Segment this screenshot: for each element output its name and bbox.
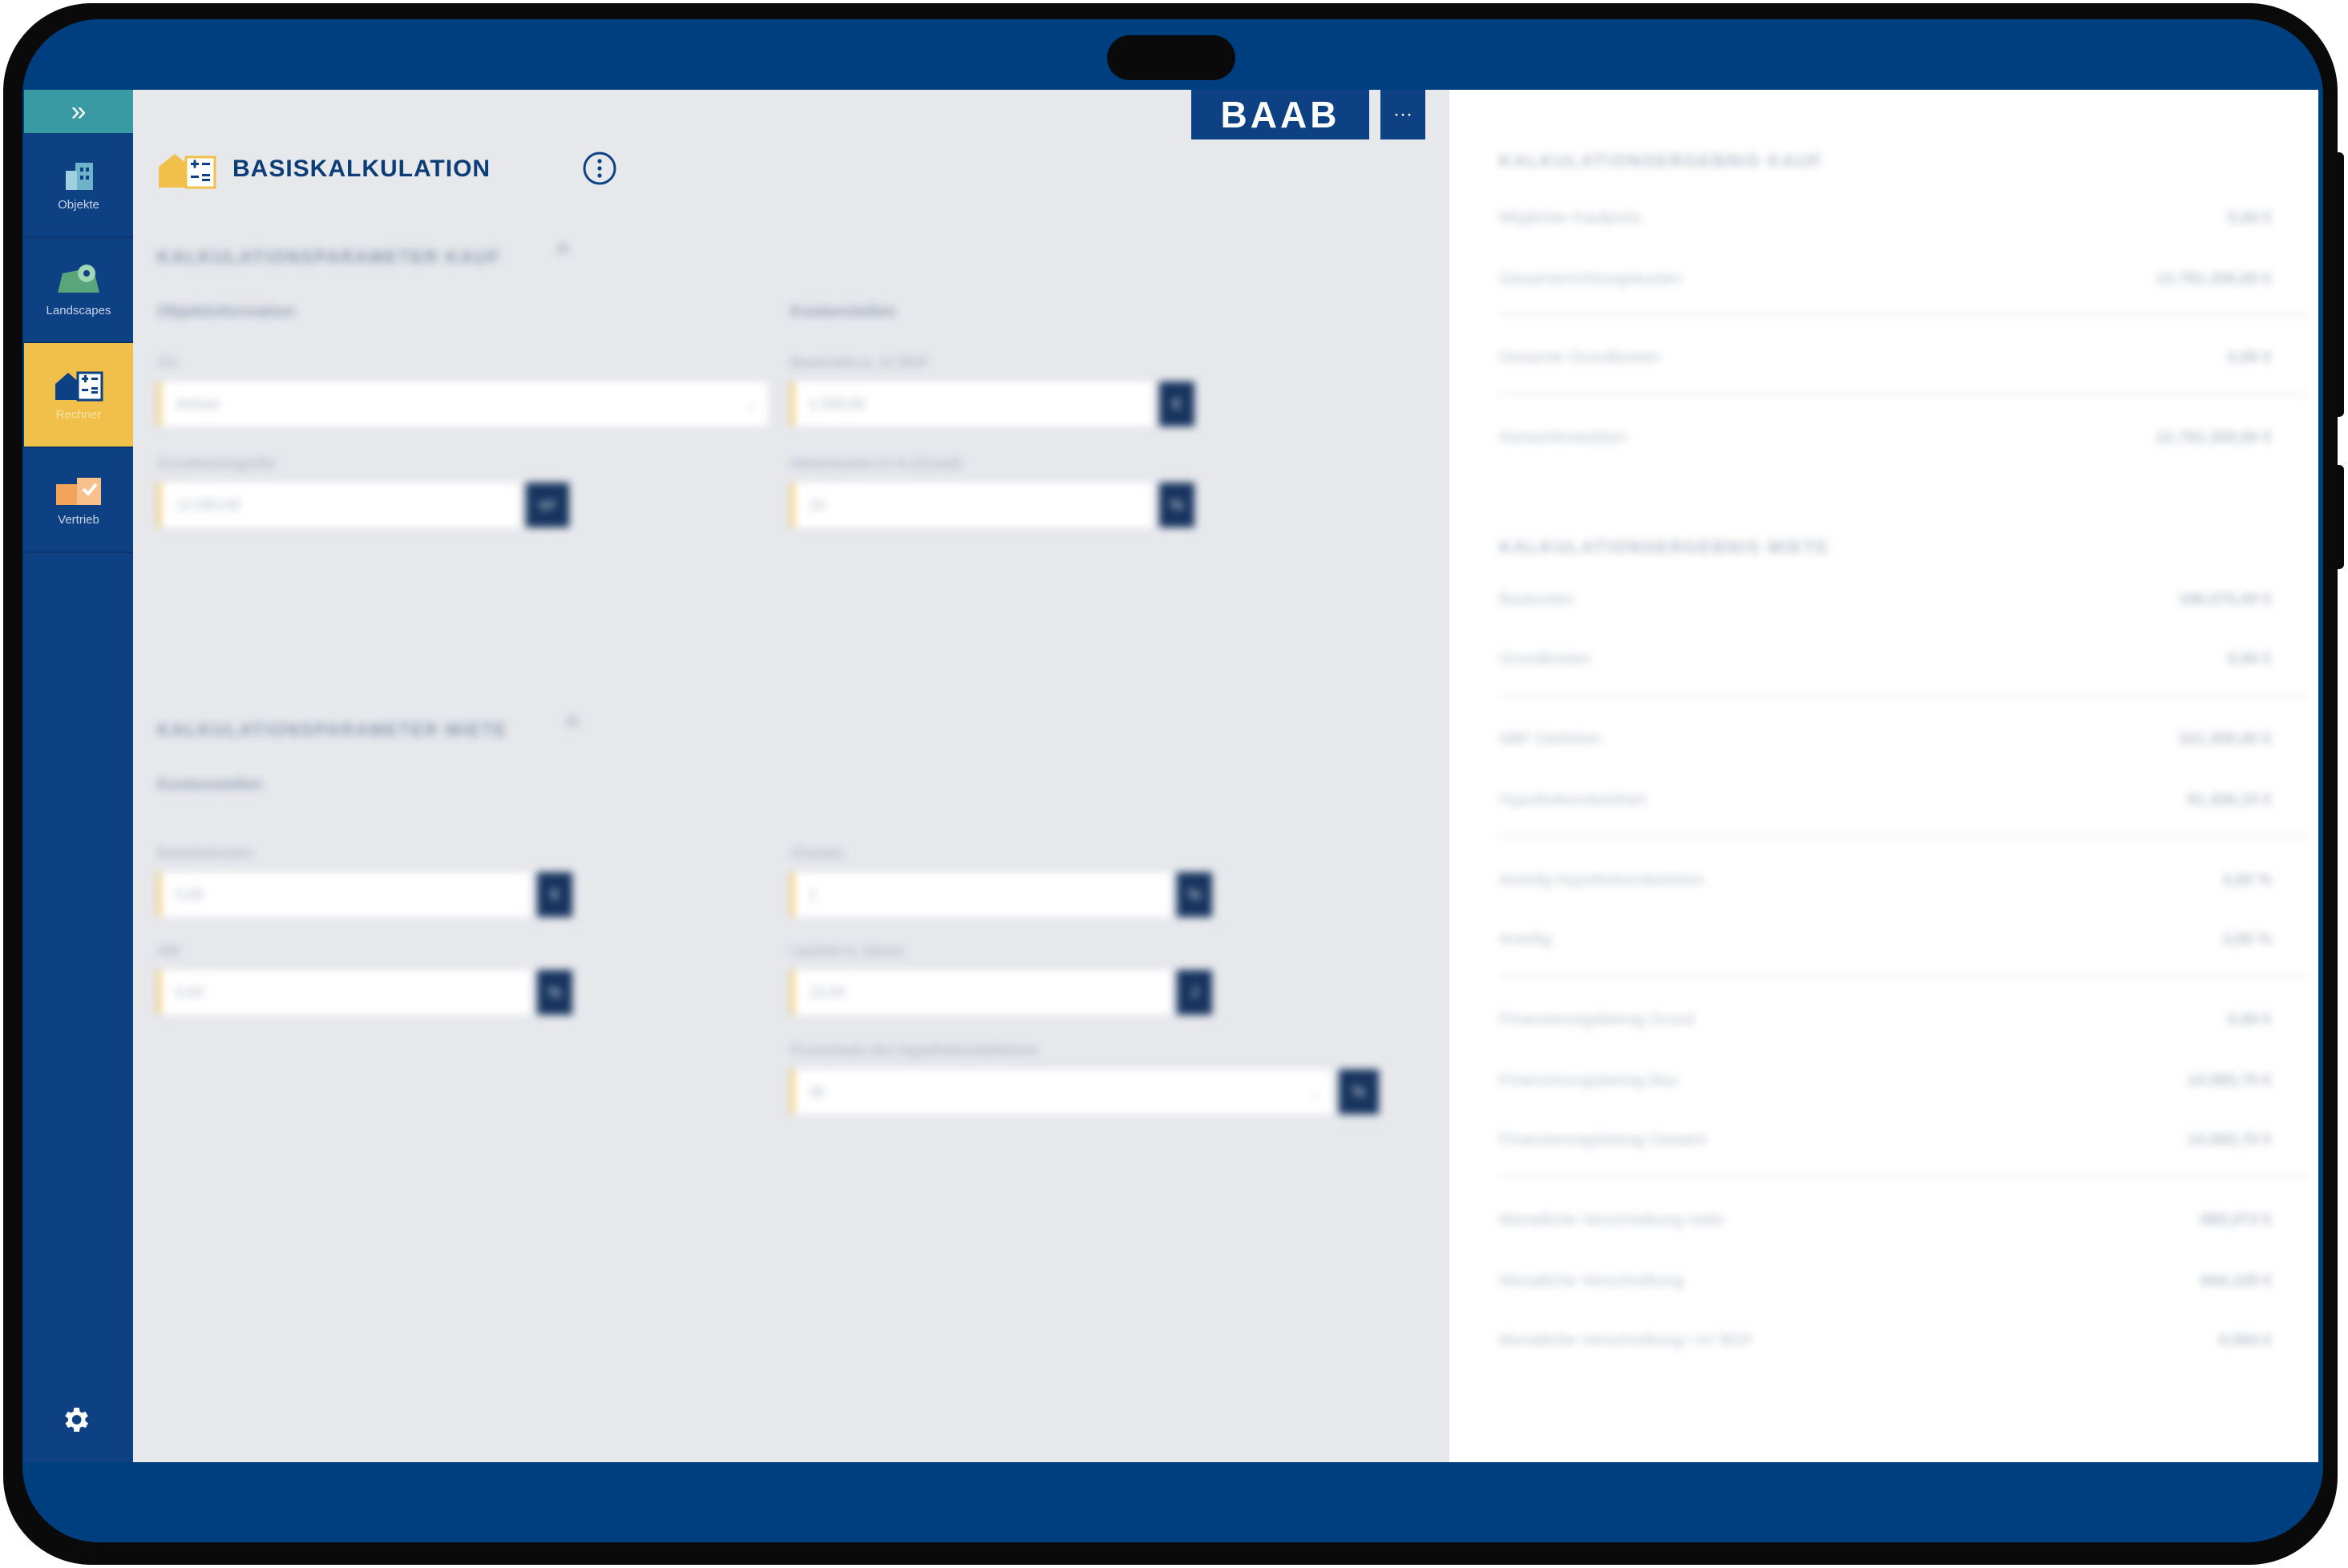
field-value: 16 (809, 496, 826, 513)
ellipsis-icon: ··· (1393, 103, 1412, 125)
section-heading-miete: KALKULATIONSPARAMETER MIETE (157, 720, 507, 740)
field-label: Zinssatz (790, 845, 845, 861)
baukosten-input[interactable]: 1.000,00 (790, 382, 1153, 426)
field-label: Prozentsatz des Hypothekendarlehens (790, 1042, 1039, 1058)
chevron-up-icon[interactable]: ^ (566, 712, 579, 743)
result-row: Grundkosten 0,00 € (1499, 649, 2272, 668)
field-value: 12.000,00 (176, 496, 240, 513)
unit-button[interactable]: m² (526, 483, 569, 527)
tablet-side-button (2331, 465, 2344, 569)
ort-select[interactable]: Anhaw ⌄ (157, 382, 768, 426)
result-row: Finanzierungsbetrag Gesamt 14.065,75 € (1499, 1130, 2272, 1149)
results-panel: KALKULATIONSERGEBNIS KAUF Möglicher Kauf… (1449, 90, 2318, 1462)
result-row: Monatliche Verschreibung / m² BGF 0,004 € (1499, 1331, 2272, 1349)
double-chevron-right-icon: » (71, 95, 87, 127)
unit-button[interactable]: % (1177, 872, 1212, 917)
field-value: 1 (809, 886, 818, 903)
brand-logo: BAAB (1191, 90, 1369, 139)
unit-button[interactable]: % (537, 970, 572, 1015)
map-pin-icon (58, 265, 99, 293)
sidebar-item-label: Vertrieb (58, 513, 99, 527)
divider (1499, 1175, 2309, 1178)
result-row: NBF Darlehen 101.200,00 € (1499, 729, 2272, 748)
field-label: Grundstücksgröße (157, 455, 277, 471)
info-icon (583, 152, 616, 185)
gear-icon (65, 1408, 88, 1432)
result-row: Gesamterrichtungskosten 12.781.200,00 € (1499, 269, 2272, 288)
field-value: 15,00 (809, 984, 846, 1000)
sidebar-item-label: Objekte (58, 198, 99, 212)
result-row: Hypothekendarlehen 91.200,15 € (1499, 790, 2272, 809)
sidebar-item-landscapes[interactable]: Landscapes (24, 238, 133, 343)
tablet-side-button (2331, 152, 2344, 417)
app-screen: » Objekte Landscapes Rechner Vertrieb BA… (24, 90, 2318, 1462)
field-label: Laufzeit in Jahren (790, 943, 905, 959)
tablet-bezel: » Objekte Landscapes Rechner Vertrieb BA… (22, 19, 2323, 1542)
sidebar-item-rechner[interactable]: Rechner (24, 343, 133, 448)
subheading-kostenstellen: Kostenstellen (790, 303, 896, 321)
divider (1499, 393, 2309, 395)
field-value: 30 (809, 1083, 826, 1100)
calculator-house-icon (55, 371, 103, 402)
camera-notch (1107, 35, 1235, 80)
field-value: 1.000,00 (809, 395, 866, 412)
unit-button[interactable]: € (1159, 382, 1194, 426)
result-row: Baukosten 196.075,00 € (1499, 590, 2272, 608)
main-content: BASISKALKULATION BAAB ··· KALKULATIONSPA… (133, 90, 1449, 1462)
afa-input[interactable]: 0,00 (157, 970, 531, 1015)
sidebar: » Objekte Landscapes Rechner Vertrieb (24, 90, 133, 1462)
betriebskosten-input[interactable]: 0,00 (157, 872, 531, 917)
result-row: Gesamtinvestition 12.781.200,00 € (1499, 428, 2272, 447)
unit-button[interactable]: J (1177, 970, 1212, 1015)
result-row: Finanzierungsbetrag Bau 14.065,75 € (1499, 1071, 2272, 1089)
sidebar-item-label: Landscapes (46, 304, 111, 317)
field-label: Baukosten p. m² BGF (790, 354, 930, 370)
sidebar-item-vertrieb[interactable]: Vertrieb (24, 448, 133, 553)
chevron-down-icon: ⌄ (1308, 1083, 1321, 1100)
nebenkosten-input[interactable]: 16 (790, 483, 1153, 527)
section-heading-kauf: KALKULATIONSPARAMETER KAUF (157, 247, 501, 267)
result-row: Monatliche Verschreibung 944,109 € (1499, 1271, 2272, 1290)
chevron-up-icon[interactable]: ^ (556, 239, 569, 270)
hypothekendarlehen-select[interactable]: 30 ⌄ (790, 1069, 1332, 1114)
sidebar-item-label: Rechner (55, 408, 102, 422)
sidebar-item-objekte[interactable]: Objekte (24, 133, 133, 238)
more-options-button[interactable]: ··· (1380, 90, 1425, 139)
sidebar-toggle-button[interactable]: » (24, 90, 133, 133)
info-button[interactable] (582, 151, 617, 190)
zinssatz-input[interactable]: 1 (790, 872, 1170, 917)
result-row: Anteilig Hypothekendarlehen 3,00 % (1499, 871, 2272, 889)
building-icon (66, 163, 93, 190)
laufzeit-input[interactable]: 15,00 (790, 970, 1170, 1015)
result-row: Finanzierungsbetrag Grund 0,00 € (1499, 1010, 2272, 1028)
page-title: BASISKALKULATION (232, 156, 491, 182)
grundstuecksgroesse-input[interactable]: 12.000,00 (157, 483, 519, 527)
results-heading-kauf: KALKULATIONSERGEBNIS KAUF (1499, 151, 1824, 171)
subheading-objektinformation: Objektinformation (157, 303, 296, 321)
divider (1499, 975, 2309, 977)
result-row: Gesamte Grundkosten 0,00 € (1499, 348, 2272, 366)
chevron-down-icon: ⌄ (744, 395, 757, 412)
settings-button[interactable] (59, 1404, 91, 1440)
result-row: Anteilig 3,00 % (1499, 930, 2272, 948)
field-label: AfA (157, 943, 181, 959)
unit-button[interactable]: € (537, 872, 572, 917)
subheading-kostenstellen: Kostenstellen (157, 776, 263, 794)
unit-button[interactable]: % (1159, 483, 1194, 527)
result-row: Monatliche Verschreibung netto 885,073 € (1499, 1210, 2272, 1229)
divider (1499, 313, 2309, 316)
unit-button[interactable]: % (1339, 1069, 1379, 1114)
field-label: Ort (157, 354, 177, 370)
results-heading-miete: KALKULATIONSERGEBNIS MIETE (1499, 537, 1830, 557)
field-value: Anhaw (176, 395, 220, 412)
field-label: Betriebskosten (157, 845, 253, 861)
calculator-house-icon (159, 154, 216, 189)
sales-box-icon (56, 478, 101, 505)
divider (1499, 835, 2309, 838)
field-value: 0,00 (176, 984, 204, 1000)
result-row: Möglicher Kaufpreis 0,00 € (1499, 208, 2272, 227)
field-label: Nebenkosten in % (Grund) (790, 455, 962, 471)
divider (1499, 694, 2309, 697)
field-value: 0,00 (176, 886, 204, 903)
